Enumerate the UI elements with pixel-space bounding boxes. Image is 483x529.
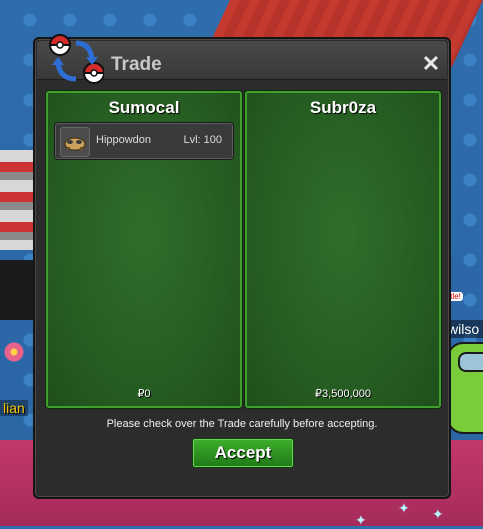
npc-visor [458, 352, 483, 372]
money-offer: ₽0 [137, 388, 151, 400]
flower-icon [4, 342, 24, 362]
trade-pokeball-icon [48, 34, 104, 84]
trade-panel-self: Sumocal Hippowdon Lvl: 100 ₽0 [46, 91, 242, 408]
player-name: Sumocal [108, 98, 180, 117]
close-icon[interactable]: ✕ [421, 53, 441, 75]
trade-item-slot[interactable]: Hippowdon Lvl: 100 [55, 123, 233, 159]
item-name: Hippowdon [96, 134, 152, 146]
trade-window: Trade ✕ Sumocal Hippowdon Lvl: 100 ₽0 Su… [33, 34, 451, 499]
npc-name-left: lian [0, 400, 28, 416]
window-title: Trade [111, 54, 162, 75]
sparkle-icon: ✦ [398, 500, 410, 516]
trade-notice: Please check over the Trade carefully be… [106, 418, 378, 430]
hippowdon-sprite-icon [60, 127, 90, 157]
item-level: Lvl: 100 [183, 134, 222, 146]
npc-name-right: wilso [446, 320, 483, 338]
player-name: Subr0za [309, 98, 377, 117]
accept-button[interactable]: Accept [192, 438, 294, 468]
sparkle-icon: ✦ [355, 512, 367, 528]
money-offer: ₽3,500,000 [315, 388, 371, 400]
sparkle-icon: ✦ [432, 506, 444, 522]
trade-titlebar[interactable]: Trade ✕ [37, 34, 447, 84]
trade-panel-partner: Subr0za ₽3,500,000 [245, 91, 441, 408]
